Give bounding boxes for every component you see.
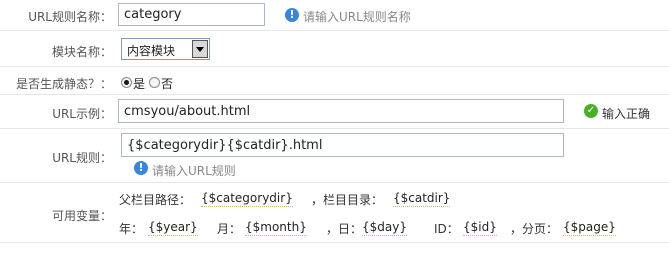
static-label: 是否生成静态？： — [15, 77, 112, 91]
url-example-input[interactable] — [118, 99, 564, 123]
catdir-label: ，栏目目录： — [311, 193, 384, 207]
module-label: 模块名称： — [51, 45, 112, 59]
var-categorydir[interactable]: {$categorydir} — [201, 191, 293, 207]
static-no-label[interactable]: 否 — [161, 75, 173, 92]
var-day[interactable]: {$day} — [362, 220, 407, 236]
var-catdir[interactable]: {$catdir} — [393, 191, 451, 207]
chevron-down-icon[interactable] — [192, 40, 208, 58]
url-example-status: 输入正确 — [602, 107, 651, 121]
module-select-value: 内容模块 — [127, 44, 176, 58]
static-no-radio[interactable] — [149, 77, 160, 88]
row-url-example: URL示例： ✓ 输入正确 — [0, 95, 669, 129]
url-rule-input[interactable] — [121, 133, 564, 157]
var-year[interactable]: {$year} — [148, 220, 198, 236]
module-select[interactable]: 内容模块 — [121, 38, 210, 60]
url-rule-name-input[interactable] — [118, 3, 265, 26]
check-icon: ✓ — [584, 104, 598, 118]
page-label: ，分页： — [510, 222, 559, 236]
variables-label: 可用变量： — [51, 209, 112, 223]
parent-path-label: 父栏目路径： — [119, 193, 192, 207]
url-example-label: URL示例： — [52, 107, 112, 121]
static-yes-radio[interactable] — [121, 77, 132, 88]
id-label: ID： — [434, 222, 459, 236]
year-label: 年： — [119, 222, 144, 236]
day-label: ，日： — [326, 222, 363, 236]
url-rule-name-hint: 请输入URL规则名称 — [303, 10, 411, 24]
row-url-rule: URL规则： ! 请输入URL规则 — [0, 129, 669, 183]
url-rule-name-label: URL规则名称： — [28, 10, 112, 24]
url-rule-label: URL规则： — [52, 151, 112, 165]
var-page[interactable]: {$page} — [563, 220, 616, 236]
var-month[interactable]: {$month} — [245, 220, 307, 236]
info-icon: ! — [285, 8, 299, 22]
row-module: 模块名称： 内容模块 — [0, 31, 669, 67]
url-rule-hint: 请输入URL规则 — [152, 164, 236, 178]
row-variables: 可用变量： 父栏目路径： {$categorydir} ，栏目目录： {$cat… — [0, 183, 669, 243]
var-id[interactable]: {$id} — [463, 220, 497, 236]
row-url-rule-name: URL规则名称： ! 请输入URL规则名称 — [0, 0, 669, 31]
row-static: 是否生成静态？： 是 否 — [0, 67, 669, 95]
info-icon: ! — [134, 161, 148, 175]
static-yes-label[interactable]: 是 — [133, 75, 145, 92]
month-label: 月： — [217, 222, 242, 236]
